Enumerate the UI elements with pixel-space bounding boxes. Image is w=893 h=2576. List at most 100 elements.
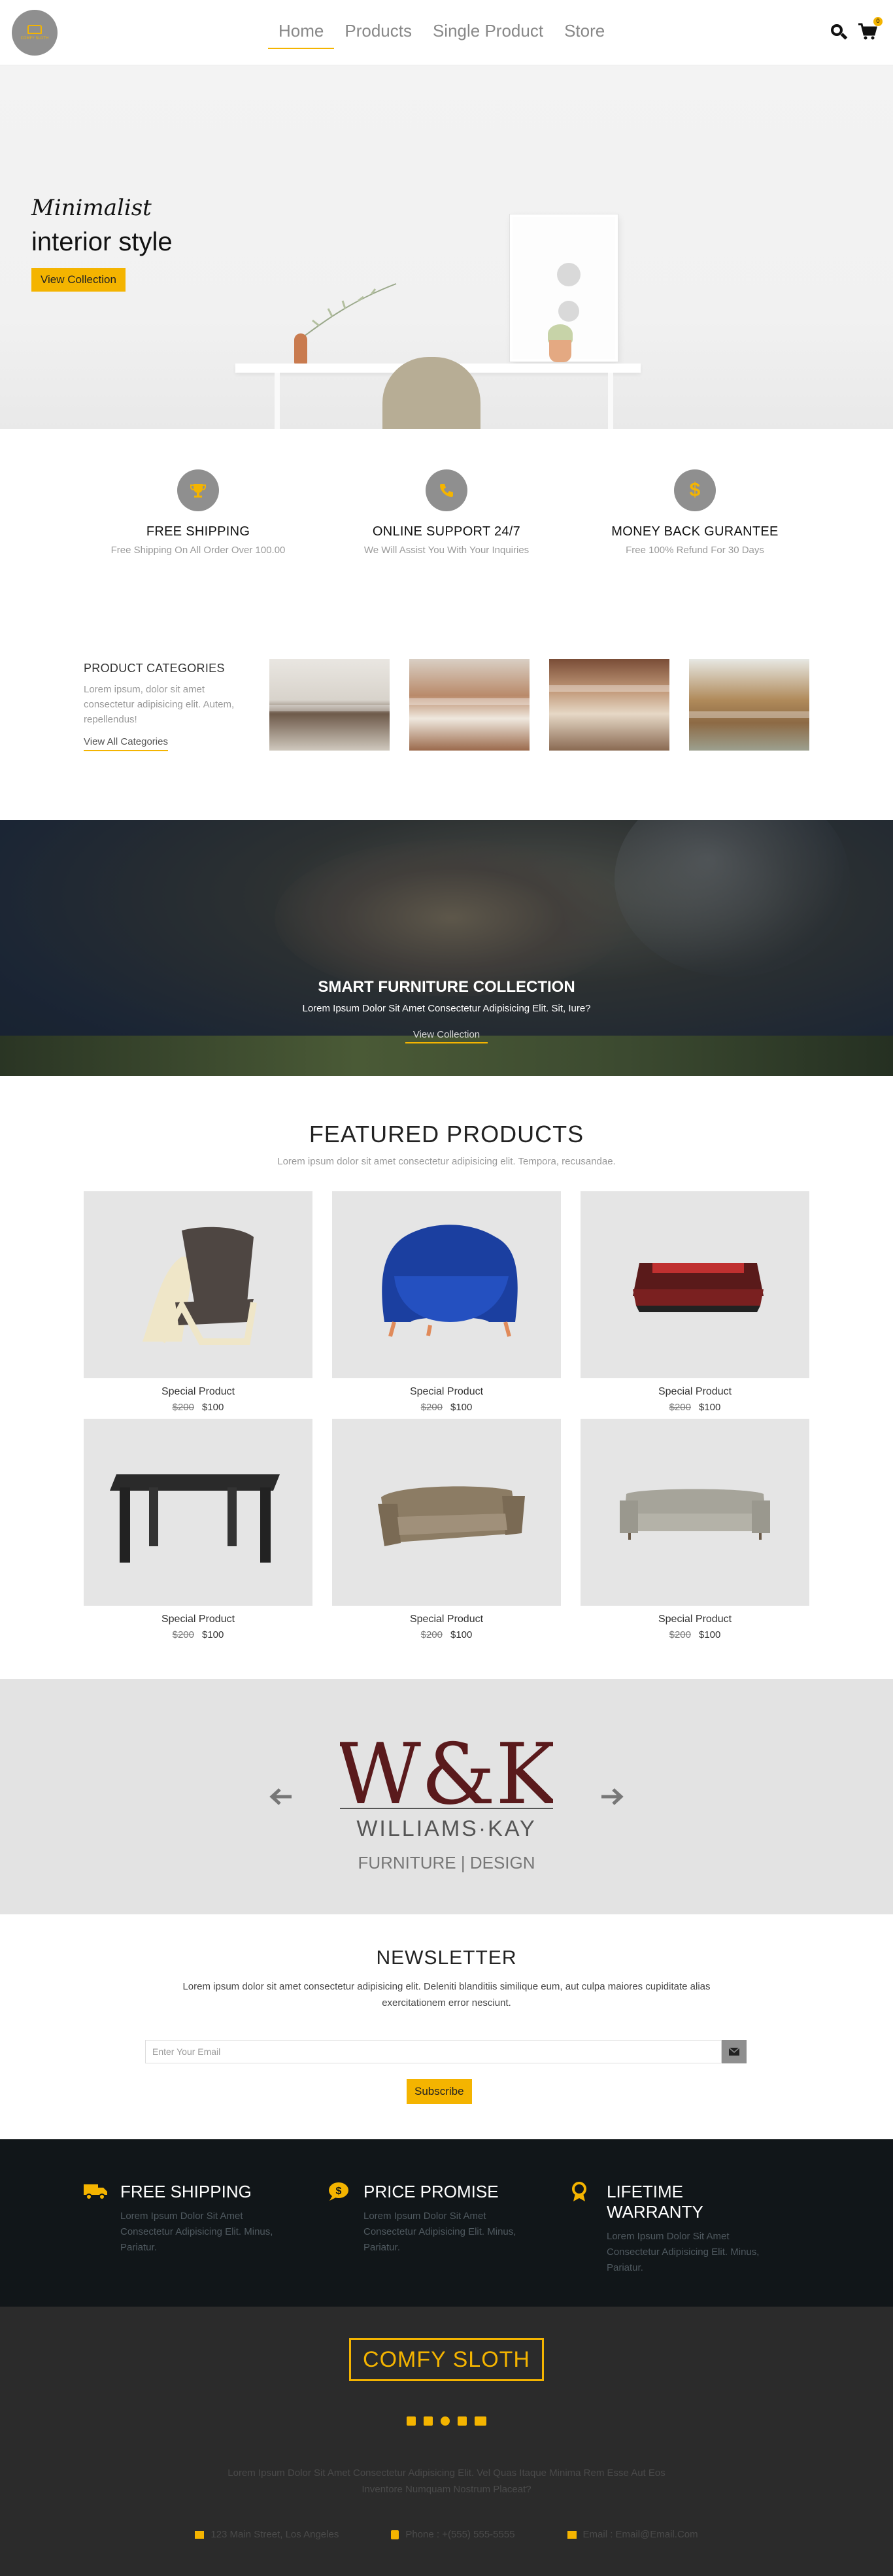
product-image[interactable] [581, 1191, 809, 1378]
product-name: Special Product [658, 1614, 732, 1625]
footer: COMFY SLOTH Lorem Ipsum Dolor Sit Amet C… [0, 2307, 893, 2576]
main-menu: Home Products Single Product Store [268, 21, 615, 49]
twitter-icon[interactable] [424, 2416, 433, 2426]
envelope-icon[interactable] [722, 2040, 747, 2063]
service-item: $ MONEY BACK GURANTEE Free 100% Refund F… [587, 469, 803, 556]
product-name: Special Product [161, 1386, 235, 1397]
hero-plant-twig [300, 283, 397, 339]
category-image-living-room[interactable] [549, 659, 669, 751]
category-image-kitchen[interactable] [269, 659, 390, 751]
product-card[interactable]: Special Product $200 $100 [332, 1419, 561, 1640]
svg-text:$: $ [336, 2186, 342, 2197]
nav-link-single-product[interactable]: Single Product [422, 21, 554, 49]
newsletter-email-input[interactable] [145, 2040, 722, 2063]
envelope-icon [567, 2530, 577, 2539]
phone-icon [426, 469, 467, 511]
service-title: ONLINE SUPPORT 24/7 [372, 524, 521, 539]
brand-logo-tagline: FURNITURE | DESIGN [358, 1853, 535, 1873]
site-logo[interactable]: COMFY SLOTH [12, 10, 58, 56]
product-old-price: $200 [420, 1629, 443, 1640]
award-icon [570, 2182, 595, 2201]
arrow-right-icon[interactable] [599, 1784, 625, 1810]
nav-link-products[interactable]: Products [334, 21, 422, 49]
product-price: $100 [699, 1402, 721, 1413]
categories-desc: Lorem ipsum, dolor sit amet consectetur … [84, 684, 235, 725]
feature-desc: Lorem Ipsum Dolor Sit Amet Consectetur A… [363, 2211, 516, 2253]
product-price: $100 [202, 1629, 224, 1640]
brand-logo-name: WILLIAMS·KAY [356, 1816, 536, 1841]
product-card[interactable]: Special Product $200 $100 [84, 1191, 312, 1413]
feature-title: PRICE PROMISE [363, 2182, 499, 2201]
arrow-left-icon[interactable] [268, 1784, 294, 1810]
trophy-icon [177, 469, 219, 511]
dollar-bubble-icon: $ [327, 2182, 352, 2201]
navbar: COMFY SLOTH Home Products Single Product… [0, 0, 893, 65]
product-price: $100 [450, 1629, 473, 1640]
collection-banner: SMART FURNITURE COLLECTION Lorem Ipsum D… [0, 820, 893, 1076]
product-prices: $200 $100 [581, 1629, 809, 1640]
logo-text: COMFY SLOTH [20, 36, 49, 41]
product-prices: $200 $100 [84, 1629, 312, 1640]
product-image[interactable] [84, 1191, 312, 1378]
truck-icon [84, 2182, 109, 2201]
brand-logo-williams-kay: W&K WILLIAMS·KAY FURNITURE | DESIGN [335, 1712, 560, 1882]
categories-title: PRODUCT CATEGORIES [84, 662, 225, 675]
contact-address: 123 Main Street, Los Angeles [195, 2529, 339, 2540]
youtube-icon[interactable] [475, 2416, 486, 2426]
featured-subtitle: Lorem ipsum dolor sit amet consectetur a… [277, 1156, 616, 1167]
product-price: $100 [699, 1629, 721, 1640]
product-image[interactable] [332, 1191, 561, 1378]
map-icon [195, 2530, 205, 2539]
category-image-dining[interactable] [689, 659, 809, 751]
featured-title: FEATURED PRODUCTS [309, 1121, 584, 1147]
desk-leg [275, 373, 280, 429]
contact-address-text: 123 Main Street, Los Angeles [211, 2529, 339, 2540]
social-links [0, 2416, 893, 2426]
product-prices: $200 $100 [581, 1402, 809, 1413]
nav-icons: 0 [830, 17, 883, 42]
categories-intro: PRODUCT CATEGORIES Lorem ipsum, dolor si… [84, 662, 241, 751]
product-image[interactable] [84, 1419, 312, 1606]
product-old-price: $200 [172, 1629, 194, 1640]
product-card[interactable]: Special Product $200 $100 [581, 1191, 809, 1413]
view-all-categories-link[interactable]: View All Categories [84, 736, 168, 751]
instagram-icon[interactable] [458, 2416, 467, 2426]
dollar-icon: $ [674, 469, 716, 511]
product-image[interactable] [581, 1419, 809, 1606]
product-name: Special Product [409, 1386, 484, 1397]
feature-desc: Lorem Ipsum Dolor Sit Amet Consectetur A… [120, 2211, 273, 2253]
product-old-price: $200 [420, 1402, 443, 1413]
nav-link-store[interactable]: Store [554, 21, 615, 49]
product-old-price: $200 [669, 1629, 691, 1640]
product-card[interactable]: Special Product $200 $100 [84, 1419, 312, 1640]
product-price: $100 [450, 1402, 473, 1413]
features-strip: FREE SHIPPING Lorem Ipsum Dolor Sit Amet… [0, 2139, 893, 2307]
service-desc: Free Shipping On All Order Over 100.00 [110, 545, 286, 556]
nav-link-home[interactable]: Home [268, 21, 335, 49]
cart-icon[interactable]: 0 [858, 17, 883, 42]
product-name: Special Product [409, 1614, 484, 1625]
service-item: FREE SHIPPING Free Shipping On All Order… [90, 469, 306, 556]
service-title: MONEY BACK GURANTEE [611, 524, 779, 539]
contact-phone-text: Phone : +(555) 555-5555 [405, 2529, 515, 2540]
feature-title: LIFETIME WARRANTY [607, 2182, 703, 2222]
feature-title: FREE SHIPPING [120, 2182, 252, 2201]
subscribe-button[interactable]: Subscribe [407, 2079, 472, 2104]
product-price: $100 [202, 1402, 224, 1413]
category-image-bathroom[interactable] [409, 659, 530, 751]
banner-view-collection-link[interactable]: View Collection [405, 1029, 488, 1043]
view-collection-button[interactable]: View Collection [31, 268, 126, 292]
search-icon[interactable] [830, 24, 848, 41]
product-image[interactable] [332, 1419, 561, 1606]
contact-email: Email : Email@Email.Com [567, 2529, 698, 2540]
banner-title: SMART FURNITURE COLLECTION [318, 978, 575, 996]
desk-leg [608, 373, 613, 429]
facebook-icon[interactable] [407, 2416, 416, 2426]
product-card[interactable]: Special Product $200 $100 [581, 1419, 809, 1640]
footer-contacts: 123 Main Street, Los Angeles Phone : +(5… [0, 2529, 893, 2540]
google-icon[interactable] [441, 2416, 450, 2426]
cart-count-badge: 0 [873, 17, 883, 26]
product-card[interactable]: Special Product $200 $100 [332, 1191, 561, 1413]
footer-logo[interactable]: COMFY SLOTH [349, 2338, 544, 2381]
sofa-icon [27, 25, 42, 34]
